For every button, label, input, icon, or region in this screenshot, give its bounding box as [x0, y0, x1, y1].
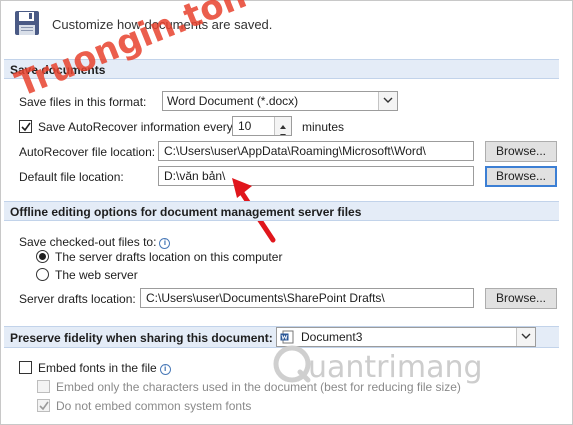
- radio-web-server[interactable]: [36, 268, 49, 281]
- watermark-logo-icon: [272, 344, 312, 384]
- embed-only-used-checkbox[interactable]: [37, 380, 50, 393]
- radio-server-drafts-label: The server drafts location on this compu…: [55, 250, 283, 264]
- format-value: Word Document (*.docx): [167, 94, 299, 108]
- spin-buttons[interactable]: [274, 117, 291, 135]
- info-icon: i: [159, 238, 171, 249]
- radio-web-server-label: The web server: [55, 268, 138, 282]
- embed-fonts-checkbox[interactable]: [19, 361, 32, 374]
- autorecover-minutes-value: 10: [238, 119, 252, 133]
- server-drafts-browse-button[interactable]: Browse...: [485, 288, 557, 309]
- default-location-label: Default file location:: [19, 170, 124, 184]
- info-icon: i: [159, 364, 171, 375]
- radio-server-drafts[interactable]: [36, 250, 49, 263]
- checked-out-label: Save checked-out files to: i: [19, 235, 171, 249]
- minutes-label: minutes: [302, 120, 345, 134]
- autorecover-minutes-stepper[interactable]: 10: [232, 116, 292, 136]
- chevron-down-icon[interactable]: [516, 328, 535, 346]
- watermark-bottom: uantrimang: [308, 350, 483, 385]
- radio-selected-dot: [39, 253, 46, 260]
- autorecover-checkbox[interactable]: [19, 120, 32, 133]
- embed-fonts-label: Embed fonts in the file i: [38, 361, 171, 375]
- do-not-embed-common-label: Do not embed common system fonts: [56, 399, 252, 413]
- autorecover-location-field[interactable]: C:\Users\user\AppData\Roaming\Microsoft\…: [158, 141, 474, 161]
- format-dropdown[interactable]: Word Document (*.docx): [162, 91, 398, 111]
- spin-up-icon[interactable]: [275, 118, 291, 129]
- server-drafts-field[interactable]: C:\Users\user\Documents\SharePoint Draft…: [140, 288, 474, 308]
- document-dropdown[interactable]: Document3: [276, 327, 536, 347]
- default-location-browse-button[interactable]: Browse...: [485, 166, 557, 187]
- default-location-field[interactable]: D:\văn bản\: [158, 166, 474, 186]
- autorecover-browse-button[interactable]: Browse...: [485, 141, 557, 162]
- server-drafts-label: Server drafts location:: [19, 292, 136, 306]
- do-not-embed-common-checkbox[interactable]: [37, 399, 50, 412]
- spin-down-icon[interactable]: [275, 127, 291, 135]
- floppy-disk-icon: [14, 10, 40, 36]
- autorecover-label: Save AutoRecover information every: [38, 120, 233, 134]
- autorecover-location-label: AutoRecover file location:: [19, 145, 156, 159]
- section-offline-editing: Offline editing options for document man…: [4, 201, 559, 221]
- chevron-down-icon[interactable]: [378, 92, 397, 110]
